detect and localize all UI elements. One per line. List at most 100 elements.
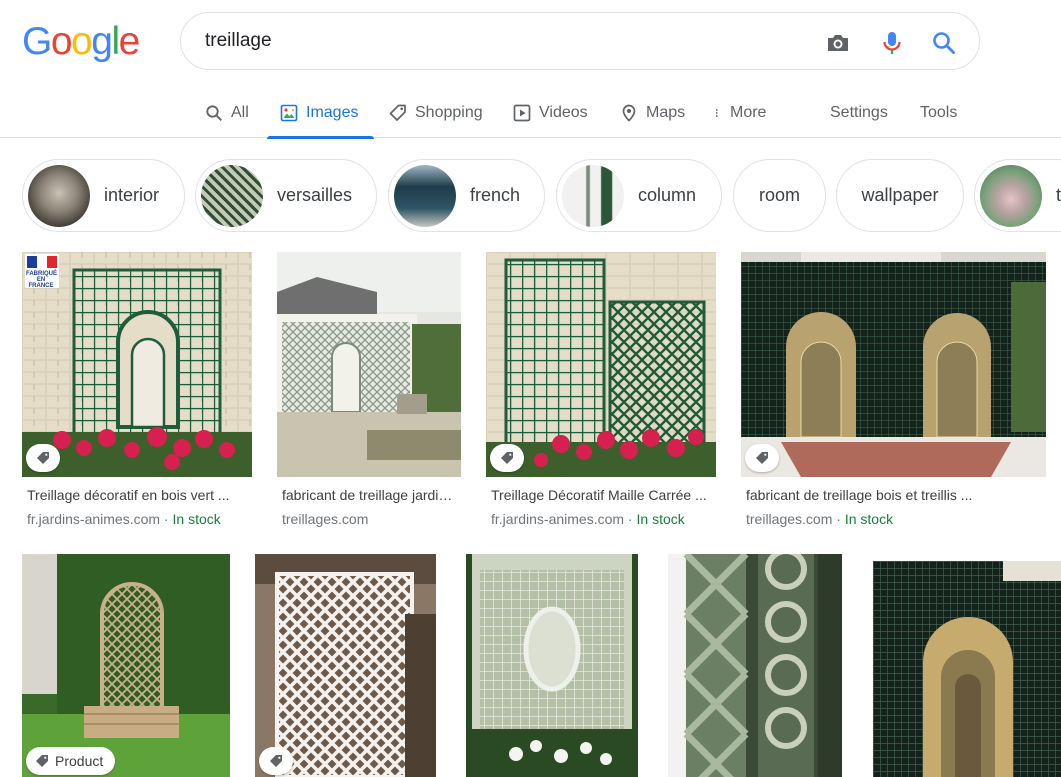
search-input[interactable] bbox=[205, 27, 805, 55]
tab-maps[interactable]: Maps bbox=[620, 88, 685, 138]
result-image[interactable] bbox=[466, 554, 638, 777]
result-title[interactable]: Treillage décoratif en bois vert ... bbox=[27, 487, 249, 503]
chip-room[interactable]: room bbox=[733, 159, 826, 232]
chip-label: versailles bbox=[277, 185, 353, 205]
result-source: fr.jardins-animes.com · In stock bbox=[491, 511, 685, 527]
source-domain: fr.jardins-animes.com bbox=[491, 511, 625, 527]
tab-label: Tools bbox=[920, 104, 958, 121]
image-result[interactable]: Treillage Décoratif Maille Carrée ... fr… bbox=[486, 252, 716, 532]
microphone-icon[interactable] bbox=[878, 29, 906, 57]
map-pin-icon bbox=[622, 104, 636, 122]
camera-icon[interactable] bbox=[824, 29, 852, 57]
product-badge-label: Product bbox=[55, 753, 104, 769]
source-separator: · bbox=[624, 511, 637, 527]
result-source: treillages.com · In stock bbox=[746, 511, 893, 527]
image-result[interactable] bbox=[873, 561, 1061, 777]
image-result[interactable] bbox=[466, 554, 638, 777]
result-source: treillages.com bbox=[282, 511, 368, 527]
chip-column[interactable]: column bbox=[556, 159, 722, 232]
tab-all[interactable]: All bbox=[205, 88, 249, 138]
chip-thumbnail bbox=[201, 164, 263, 227]
tab-label: Images bbox=[306, 104, 359, 121]
source-separator: · bbox=[832, 511, 845, 527]
shopping-badge bbox=[490, 444, 524, 472]
chip-label: wallpaper bbox=[861, 185, 939, 205]
chip-versailles[interactable]: versailles bbox=[195, 159, 377, 232]
tag-icon bbox=[389, 104, 406, 121]
play-icon bbox=[513, 104, 531, 122]
tab-label: Shopping bbox=[415, 104, 483, 121]
chip-wallpaper[interactable]: wallpaper bbox=[836, 159, 964, 232]
chip-thumbnail bbox=[28, 164, 90, 227]
tag-icon bbox=[501, 452, 513, 464]
tab-label: Settings bbox=[830, 104, 888, 121]
google-logo[interactable]: Google bbox=[22, 20, 141, 63]
search-tabs: All Images Shopping Videos Maps More Set… bbox=[0, 88, 1061, 139]
source-domain: fr.jardins-animes.com bbox=[27, 511, 161, 527]
result-source: fr.jardins-animes.com · In stock bbox=[27, 511, 221, 527]
result-title[interactable]: fabricant de treillage jardin ... bbox=[282, 487, 460, 503]
stock-status: In stock bbox=[172, 511, 221, 527]
chip-thumbnail bbox=[394, 164, 456, 227]
related-chips: interior versailles french column room w… bbox=[0, 158, 1061, 234]
tab-label: Maps bbox=[646, 104, 686, 121]
result-image[interactable] bbox=[873, 561, 1061, 777]
stock-status: In stock bbox=[636, 511, 685, 527]
source-separator: · bbox=[160, 511, 173, 527]
result-image[interactable] bbox=[277, 252, 461, 477]
chip-label: room bbox=[759, 185, 801, 205]
tag-icon bbox=[756, 452, 768, 464]
logo-letter: G bbox=[22, 20, 52, 63]
stock-status: In stock bbox=[844, 511, 894, 527]
result-image[interactable]: Product bbox=[22, 554, 230, 777]
image-icon bbox=[280, 104, 298, 122]
result-image[interactable] bbox=[668, 554, 842, 777]
tab-tools[interactable]: Tools bbox=[920, 88, 957, 138]
tag-icon bbox=[36, 755, 48, 767]
tab-settings[interactable]: Settings bbox=[830, 88, 888, 138]
tab-shopping[interactable]: Shopping bbox=[389, 88, 483, 138]
result-image[interactable] bbox=[486, 252, 716, 477]
shopping-badge bbox=[26, 444, 60, 472]
result-image[interactable] bbox=[741, 252, 1046, 477]
logo-letter: l bbox=[111, 20, 120, 63]
chip-thumbnail bbox=[562, 164, 624, 227]
chip-interior[interactable]: interior bbox=[22, 159, 185, 232]
tab-label: All bbox=[231, 104, 249, 121]
search-icon[interactable] bbox=[930, 29, 958, 57]
result-image[interactable]: FABRIQUÉ EN FRANCE bbox=[22, 252, 252, 477]
search-icon bbox=[206, 105, 222, 121]
chip-french[interactable]: french bbox=[388, 159, 545, 232]
image-result[interactable] bbox=[668, 554, 842, 777]
result-image[interactable] bbox=[255, 554, 436, 777]
result-title[interactable]: fabricant de treillage bois et treillis … bbox=[746, 487, 1046, 503]
tab-more[interactable]: More bbox=[714, 88, 766, 138]
image-result[interactable]: fabricant de treillage jardin ... treill… bbox=[277, 252, 461, 532]
image-result[interactable]: FABRIQUÉ EN FRANCE Treillage décoratif e… bbox=[22, 252, 252, 532]
result-title[interactable]: Treillage Décoratif Maille Carrée ... bbox=[491, 487, 713, 503]
tab-videos[interactable]: Videos bbox=[513, 88, 588, 138]
chip-label: interior bbox=[104, 185, 160, 205]
shopping-badge bbox=[259, 747, 293, 775]
logo-letter: o bbox=[71, 20, 93, 63]
image-result[interactable] bbox=[255, 554, 436, 777]
shopping-badge bbox=[745, 444, 779, 472]
image-result[interactable]: fabricant de treillage bois et treillis … bbox=[741, 252, 1046, 532]
chip-label: column bbox=[638, 185, 697, 205]
made-in-france-label: FABRIQUÉ EN FRANCE bbox=[26, 271, 58, 289]
tab-images[interactable]: Images bbox=[267, 88, 374, 139]
chip-label: t bbox=[1056, 185, 1061, 205]
tag-icon bbox=[37, 452, 49, 464]
logo-letter: o bbox=[50, 20, 73, 63]
tag-icon bbox=[270, 755, 282, 767]
chip-truncated[interactable]: t bbox=[974, 159, 1061, 232]
more-vert-icon bbox=[715, 109, 718, 117]
source-domain: treillages.com bbox=[282, 511, 369, 527]
tab-label: More bbox=[730, 104, 767, 121]
chip-label: french bbox=[470, 185, 521, 205]
logo-letter: e bbox=[118, 20, 141, 63]
tab-label: Videos bbox=[539, 104, 588, 121]
chip-thumbnail bbox=[980, 164, 1042, 227]
image-result[interactable]: Product bbox=[22, 554, 230, 777]
source-domain: treillages.com bbox=[746, 511, 833, 527]
